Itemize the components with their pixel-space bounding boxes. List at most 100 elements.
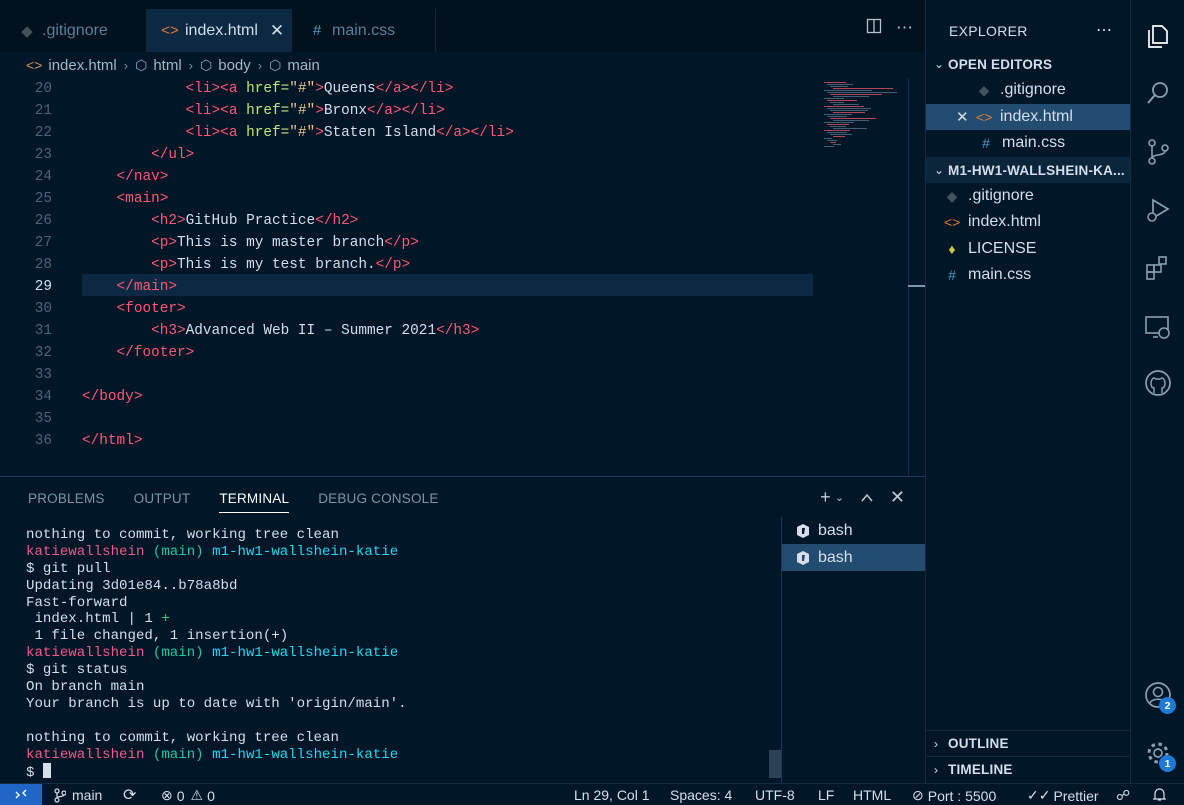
open-editor-item[interactable]: # main.css: [926, 130, 1131, 156]
code-tag: <li><a: [185, 125, 247, 141]
close-icon[interactable]: ✕: [956, 108, 976, 126]
html-icon: <>: [26, 57, 43, 73]
terminal-item[interactable]: bash: [782, 544, 925, 571]
live-server-port[interactable]: ⊘ Port : 5500: [912, 787, 996, 804]
tab-gitignore[interactable]: ◆ .gitignore: [0, 9, 146, 52]
maximize-panel-icon[interactable]: [860, 491, 874, 505]
minimap-line: [824, 90, 872, 91]
terminal-output[interactable]: nothing to commit, working tree clean kat…: [26, 527, 407, 781]
language-mode[interactable]: HTML: [853, 787, 891, 803]
bell-icon[interactable]: [1153, 787, 1166, 802]
open-editor-item[interactable]: ✕ <> index.html: [926, 104, 1131, 130]
code-line: </footer>: [82, 342, 195, 364]
encoding[interactable]: UTF-8: [755, 787, 795, 803]
breadcrumb-item-main[interactable]: ⬡ main: [269, 57, 320, 74]
breadcrumb-item-body[interactable]: ⬡ body: [200, 57, 251, 74]
tab-terminal[interactable]: TERMINAL: [219, 491, 290, 513]
code-line: <p>This is my master branch</p>: [82, 232, 419, 254]
breadcrumb-label: index.html: [48, 56, 117, 74]
code-string: "#": [289, 125, 316, 141]
code-line: <li><a href="#">Queens</a></li>: [82, 78, 454, 100]
terminal-label: bash: [818, 521, 853, 539]
section-outline[interactable]: › OUTLINE: [926, 730, 1131, 756]
prompt-user: katiewallshein: [26, 543, 145, 560]
file-item[interactable]: ♦ LICENSE: [926, 236, 1131, 262]
github-icon[interactable]: [1144, 369, 1172, 397]
extensions-icon[interactable]: [1144, 254, 1172, 282]
code-line: </ul>: [82, 144, 194, 166]
tab-label: index.html: [185, 21, 258, 39]
css-icon: #: [982, 135, 990, 151]
code-tag: </p>: [375, 257, 411, 273]
end-of-line[interactable]: LF: [818, 787, 834, 803]
prompt-path: m1-hw1-wallshein-katie: [212, 543, 399, 560]
element-icon: ⬡: [135, 56, 148, 73]
minimap-line: [824, 138, 832, 139]
terminal-text: On branch main: [26, 679, 145, 696]
html-icon: <>: [161, 22, 179, 39]
more-actions-icon[interactable]: ⋯: [896, 18, 913, 38]
explorer-files-icon[interactable]: [1144, 22, 1172, 50]
remote-explorer-icon[interactable]: [1144, 313, 1172, 341]
minimap-line: [830, 134, 852, 135]
file-item[interactable]: ◆ .gitignore: [926, 183, 1131, 209]
file-item[interactable]: # main.css: [926, 262, 1131, 288]
new-terminal-icon[interactable]: +: [820, 487, 831, 508]
open-editor-item[interactable]: ◆ .gitignore: [926, 77, 1131, 103]
code-tag: </a></li>: [367, 103, 445, 119]
file-label: LICENSE: [968, 240, 1037, 257]
file-item[interactable]: <> index.html: [926, 209, 1131, 235]
minimap[interactable]: [818, 78, 908, 148]
code-line: <li><a href="#">Staten Island</a></li>: [82, 122, 514, 144]
file-label: main.css: [1002, 134, 1066, 151]
split-editor-icon[interactable]: [866, 18, 882, 38]
file-label: index.html: [968, 213, 1041, 230]
tab-output[interactable]: OUTPUT: [134, 491, 191, 513]
more-actions-icon[interactable]: ⋯: [1096, 20, 1112, 40]
section-open-editors[interactable]: ⌄ OPEN EDITORS: [926, 51, 1131, 77]
minimap-line: [827, 92, 897, 93]
problems-indicator[interactable]: ⊗ 0 ⚠ 0: [161, 787, 215, 804]
line-number: 22: [34, 125, 52, 141]
section-folder[interactable]: ⌄ M1-HW1-WALLSHEIN-KA...: [926, 157, 1131, 183]
line-number: 26: [34, 213, 52, 229]
search-icon[interactable]: [1144, 79, 1172, 107]
git-icon: ◆: [21, 22, 33, 40]
close-icon[interactable]: ✕: [270, 21, 284, 41]
breadcrumb-item-file[interactable]: <> index.html: [26, 57, 117, 74]
feedback-icon[interactable]: ☍: [1116, 787, 1130, 804]
run-debug-icon[interactable]: [1144, 196, 1172, 224]
source-control-icon[interactable]: [1144, 138, 1172, 166]
editor-scrollbar[interactable]: [908, 78, 925, 476]
terminal-list: bash bash: [781, 517, 925, 784]
license-icon: ♦: [948, 241, 956, 257]
minimap-line: [824, 106, 864, 107]
chevron-right-icon: ›: [123, 57, 129, 73]
code-tag: <li><a: [185, 103, 247, 119]
html-icon: <>: [976, 109, 993, 125]
chevron-down-icon[interactable]: ⌄: [835, 491, 844, 504]
remote-indicator[interactable]: [0, 784, 42, 805]
sync-icon[interactable]: ⟳: [123, 785, 136, 805]
close-panel-icon[interactable]: ✕: [890, 487, 905, 508]
prettier-indicator[interactable]: ✓✓ Prettier: [1027, 787, 1099, 804]
code-editor[interactable]: 20 21 22 23 24 25 26 27 28 29 30 31 32 33 34 35 36 <li><…: [0, 78, 925, 476]
tab-index-html[interactable]: <> index.html ✕: [146, 9, 292, 52]
indentation[interactable]: Spaces: 4: [670, 787, 732, 803]
tab-main-css[interactable]: # main.css: [292, 9, 436, 52]
tab-debug-console[interactable]: DEBUG CONSOLE: [318, 491, 438, 513]
port-label: Port : 5500: [927, 787, 997, 804]
branch-indicator[interactable]: main: [54, 787, 102, 803]
code-tag: >: [315, 103, 324, 119]
breadcrumb-item-html[interactable]: ⬡ html: [135, 57, 182, 74]
minimap-line: [827, 100, 857, 101]
line-number: 31: [34, 323, 52, 339]
terminal-scrollbar[interactable]: [769, 750, 781, 778]
tab-problems[interactable]: PROBLEMS: [28, 491, 105, 513]
cursor-position[interactable]: Ln 29, Col 1: [574, 787, 650, 803]
section-timeline[interactable]: › TIMELINE: [926, 756, 1131, 782]
terminal-item[interactable]: bash: [782, 517, 925, 544]
